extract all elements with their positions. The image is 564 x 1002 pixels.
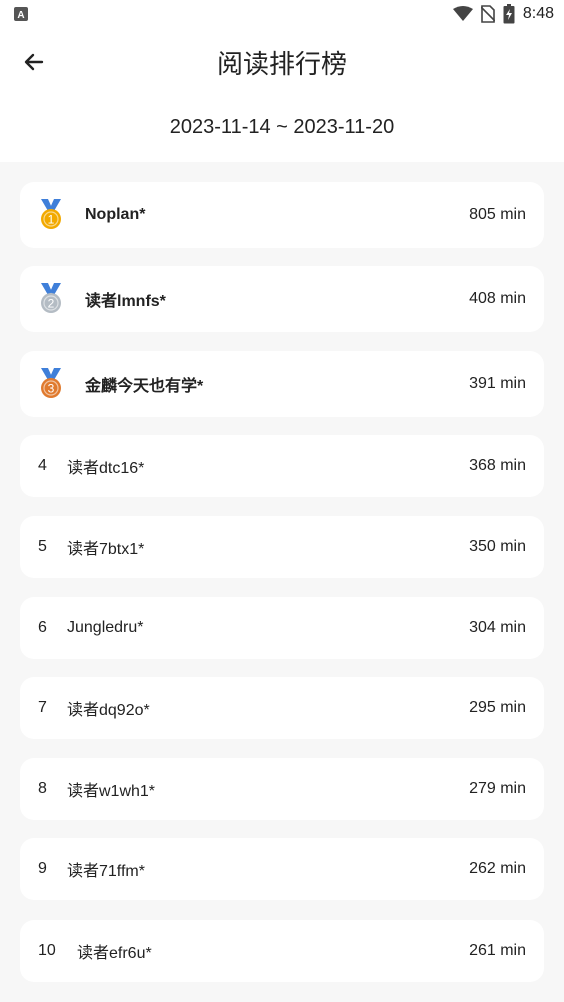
reader-name: Noplan* (85, 206, 146, 223)
ranking-row[interactable]: 7 读者dq92o* 295 min (20, 677, 544, 739)
status-time: 8:48 (522, 5, 554, 22)
ranking-row[interactable]: 9 读者71ffm* 262 min (20, 838, 544, 900)
reading-minutes: 391 min (469, 375, 526, 392)
reader-name: 读者w1wh1* (67, 783, 156, 800)
rank-number: 8 (38, 780, 47, 797)
status-bar: A 8:48 (0, 0, 564, 28)
reading-minutes: 261 min (469, 942, 526, 959)
silver-medal-icon: 2 (41, 283, 61, 313)
reader-name: 读者dtc16* (67, 460, 145, 477)
reader-name: 读者efr6u* (77, 945, 152, 962)
ranking-row[interactable]: 10 读者efr6u* 261 min (20, 920, 544, 982)
rank-number: 9 (38, 860, 47, 877)
medal-rank-number: 3 (48, 382, 55, 396)
page-title: 阅读排行榜 (216, 50, 347, 80)
date-range: 2023-11-14 ~ 2023-11-20 (169, 116, 395, 138)
ranking-row[interactable]: 2 读者lmnfs* 408 min (20, 266, 544, 332)
ranking-row[interactable]: 3 金麟今天也有学* 391 min (20, 351, 544, 417)
rank-number: 10 (38, 942, 56, 959)
ranking-row[interactable]: 4 读者dtc16* 368 min (20, 435, 544, 497)
rank-number: 4 (38, 457, 47, 474)
reader-name: 读者7btx1* (67, 541, 145, 558)
reading-minutes: 262 min (469, 860, 526, 877)
bronze-medal-icon: 3 (41, 368, 61, 398)
header: 阅读排行榜 2023-11-14 ~ 2023-11-20 (0, 28, 564, 162)
reading-minutes: 368 min (469, 457, 526, 474)
reading-minutes: 350 min (469, 538, 526, 555)
ranking-row[interactable]: 1 Noplan* 805 min (20, 182, 544, 248)
reading-minutes: 279 min (469, 780, 526, 797)
ranking-row[interactable]: 8 读者w1wh1* 279 min (20, 758, 544, 820)
ranking-row[interactable]: 6 Jungledru* 304 min (20, 597, 544, 659)
rank-number: 5 (38, 538, 47, 555)
reading-minutes: 295 min (469, 699, 526, 716)
gold-medal-icon: 1 (41, 199, 61, 229)
wifi-icon (452, 6, 473, 21)
medal-rank-number: 1 (48, 213, 55, 227)
reading-minutes: 304 min (469, 619, 526, 636)
battery-icon (503, 4, 515, 24)
reader-name: Jungledru* (67, 619, 144, 636)
app-a-icon: A (14, 7, 28, 21)
rank-number: 7 (38, 699, 47, 716)
reader-name: 金麟今天也有学* (85, 378, 204, 395)
svg-text:A: A (17, 10, 24, 21)
reading-minutes: 408 min (469, 290, 526, 307)
ranking-row[interactable]: 5 读者7btx1* 350 min (20, 516, 544, 578)
no-sim-icon (480, 5, 495, 23)
rank-number: 6 (38, 619, 47, 636)
reader-name: 读者lmnfs* (85, 293, 166, 310)
medal-rank-number: 2 (48, 297, 55, 311)
reading-minutes: 805 min (469, 206, 526, 223)
reader-name: 读者dq92o* (67, 702, 150, 719)
reader-name: 读者71ffm* (67, 863, 145, 880)
